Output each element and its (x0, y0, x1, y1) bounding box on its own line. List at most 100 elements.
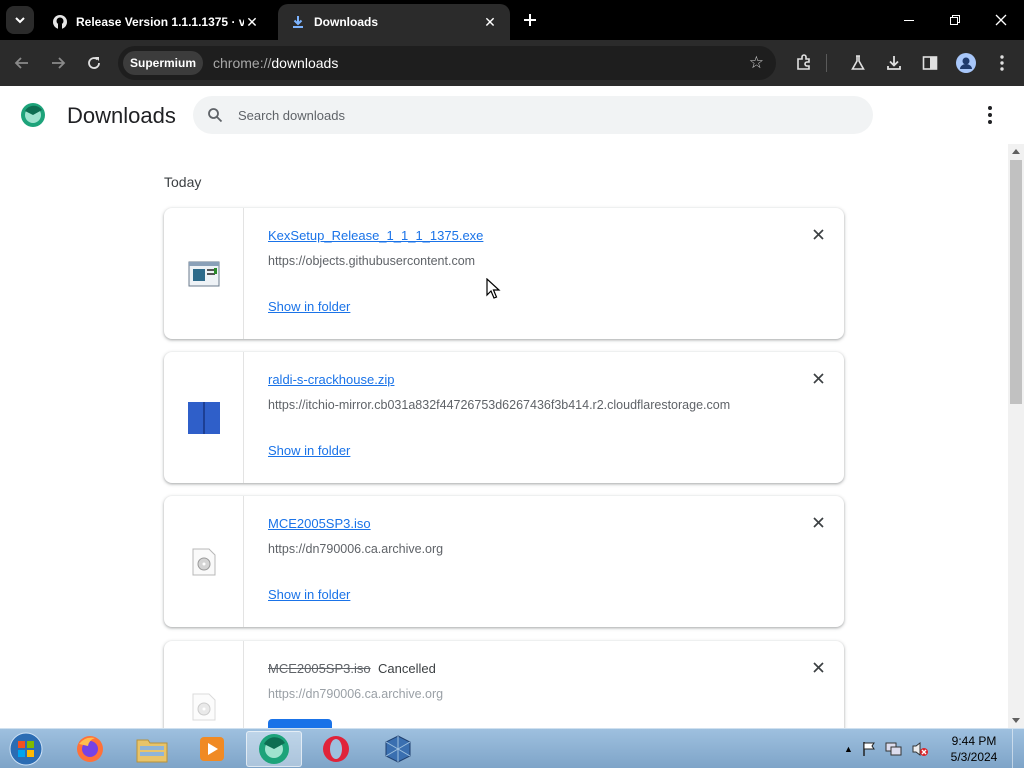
reload-icon (88, 57, 100, 69)
file-icon-column (164, 641, 244, 728)
downloads-button[interactable] (880, 49, 908, 77)
plus-icon (524, 14, 536, 26)
date-section-header: Today (164, 174, 202, 190)
remove-from-list-button[interactable] (810, 659, 826, 675)
arrow-left-icon (14, 57, 28, 69)
flag-icon[interactable] (861, 741, 877, 757)
opera-icon (323, 736, 349, 762)
scrollbar-thumb[interactable] (1010, 160, 1022, 404)
download-item: KexSetup_Release_1_1_1_1375.exe https://… (164, 208, 844, 339)
reload-button[interactable] (80, 49, 108, 77)
supermium-logo-icon (20, 102, 46, 128)
remove-from-list-button[interactable] (810, 514, 826, 530)
profile-avatar-icon (956, 53, 976, 73)
browser-chip[interactable]: Supermium (123, 51, 204, 75)
windows-start-orb-icon (9, 732, 43, 766)
zip-archive-icon (187, 401, 220, 434)
taskbar-opera[interactable] (308, 731, 364, 767)
download-source-url[interactable]: https://dn790006.ca.archive.org (268, 687, 443, 701)
system-tray: ▲ (844, 729, 929, 768)
virtualbox-icon (385, 735, 411, 763)
new-tab-button[interactable] (518, 8, 542, 32)
scroll-down-arrow-icon[interactable] (1012, 718, 1020, 723)
download-icon (290, 14, 306, 30)
show-in-folder-link[interactable]: Show in folder (268, 443, 350, 458)
start-button[interactable] (6, 731, 46, 767)
remove-from-list-button[interactable] (810, 226, 826, 242)
tab-release-version[interactable]: Release Version 1.1.1.1375 · vx ✕ (40, 4, 272, 40)
chevron-down-icon (15, 17, 25, 24)
show-hidden-icons-arrow-icon[interactable]: ▲ (844, 744, 853, 754)
close-icon[interactable]: ✕ (244, 14, 260, 30)
toolbar-divider (826, 54, 827, 72)
taskbar-explorer[interactable] (124, 731, 180, 767)
file-name-link[interactable]: raldi-s-crackhouse.zip (268, 372, 394, 387)
download-source-url[interactable]: https://objects.githubusercontent.com (268, 254, 475, 268)
remove-from-list-button[interactable] (810, 370, 826, 386)
close-icon (812, 661, 824, 673)
search-input[interactable] (238, 107, 838, 123)
side-panel-icon (922, 56, 938, 70)
taskbar-supermium[interactable] (246, 731, 302, 767)
scroll-up-arrow-icon[interactable] (1012, 149, 1020, 154)
restore-button[interactable] (932, 0, 978, 40)
profile-button[interactable] (952, 49, 980, 77)
tab-title: Downloads (314, 15, 379, 29)
clock-date: 5/3/2024 (950, 750, 998, 764)
disc-image-icon (192, 548, 215, 575)
disc-image-icon (192, 693, 215, 720)
tab-strip: Release Version 1.1.1.1375 · vx ✕ Downlo… (0, 0, 1024, 40)
download-item: MCE2005SP3.iso https://dn790006.ca.archi… (164, 496, 844, 627)
close-icon[interactable]: ✕ (482, 14, 498, 30)
file-name-link[interactable]: KexSetup_Release_1_1_1_1375.exe (268, 228, 483, 243)
tab-search-button[interactable] (6, 6, 34, 34)
download-source-url[interactable]: https://itchio-mirror.cb031a832f44726753… (268, 398, 730, 412)
browser-menu-button[interactable] (988, 49, 1016, 77)
back-button[interactable] (8, 49, 36, 77)
download-source-url[interactable]: https://dn790006.ca.archive.org (268, 542, 443, 556)
folder-icon (136, 739, 168, 763)
page-scrollbar[interactable] (1008, 144, 1024, 728)
url-scheme: chrome:// (213, 55, 272, 71)
downloads-header: Downloads (0, 86, 1024, 144)
tab-downloads[interactable]: Downloads ✕ (278, 4, 510, 40)
bookmark-star-icon[interactable]: ☆ (749, 53, 764, 73)
url-text[interactable]: chrome://downloads (213, 55, 338, 71)
more-actions-button[interactable] (980, 104, 1000, 126)
taskbar-virtualbox[interactable] (370, 731, 426, 767)
retry-button[interactable] (268, 719, 332, 728)
file-name-cancelled[interactable]: MCE2005SP3.iso (268, 661, 371, 676)
network-icon[interactable] (885, 741, 903, 757)
close-window-button[interactable] (978, 0, 1024, 40)
taskbar-clock[interactable]: 9:44 PM 5/3/2024 (944, 733, 1004, 765)
firefox-icon (77, 736, 103, 762)
side-panel-button[interactable] (916, 49, 944, 77)
show-desktop-button[interactable] (1012, 729, 1024, 768)
taskbar-firefox[interactable] (62, 731, 118, 767)
extensions-button[interactable] (790, 49, 818, 77)
download-status: Cancelled (378, 661, 436, 676)
mouse-pointer-icon (486, 278, 501, 299)
restore-icon (950, 15, 960, 25)
downloads-list: Today KexSetup_Release_1_1_1_1375.exe ht… (0, 144, 1008, 728)
file-icon-column (164, 496, 244, 627)
minimize-button[interactable] (886, 0, 932, 40)
supermium-icon (259, 734, 289, 764)
close-icon (812, 228, 824, 240)
close-icon (812, 516, 824, 528)
download-item: MCE2005SP3.iso Cancelled https://dn79000… (164, 641, 844, 728)
show-in-folder-link[interactable]: Show in folder (268, 299, 350, 314)
taskbar-media-player[interactable] (184, 731, 240, 767)
volume-muted-icon[interactable] (911, 741, 929, 757)
clock-time: 9:44 PM (951, 734, 997, 748)
tab-title: Release Version 1.1.1.1375 · vx (76, 15, 244, 29)
labs-button[interactable] (844, 49, 872, 77)
search-downloads-box[interactable] (193, 96, 873, 134)
file-name-link[interactable]: MCE2005SP3.iso (268, 516, 371, 531)
address-bar[interactable]: Supermium chrome://downloads ☆ (118, 46, 776, 80)
media-player-icon (200, 737, 224, 761)
search-icon (205, 105, 225, 125)
puzzle-piece-icon (797, 54, 810, 70)
forward-button[interactable] (44, 49, 72, 77)
show-in-folder-link[interactable]: Show in folder (268, 587, 350, 602)
